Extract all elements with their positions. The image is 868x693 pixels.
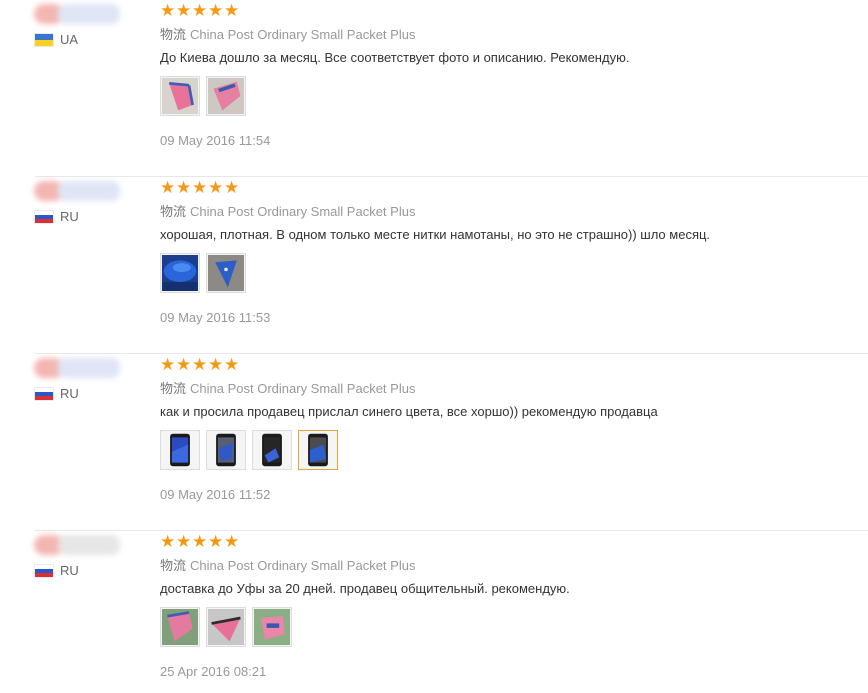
pink-patch-photo [162, 78, 198, 114]
review-item: UA ★ ★ ★ ★ ★ 物流 China Post Ordinary Small Pac… [0, 0, 868, 177]
review-photo-thumbnail[interactable] [206, 430, 246, 470]
phone-blue-photo [162, 432, 198, 468]
star-icon: ★ [160, 355, 176, 374]
blue-fabric-photo [162, 255, 198, 291]
star-icon: ★ [192, 532, 208, 551]
review-item: RU ★ ★ ★ ★ ★ 物流 China Post Ordinary Small Pac… [0, 177, 868, 354]
pink-patch-photo [162, 609, 198, 645]
review-photo-thumbnail[interactable] [252, 430, 292, 470]
reviewer-name-blurred [34, 533, 120, 557]
country-code: UA [60, 32, 79, 47]
country-code: RU [60, 209, 79, 224]
reviewer-country: RU [35, 563, 79, 578]
logistics-info: 物流 China Post Ordinary Small Packet Plus [160, 555, 415, 574]
review-date: 09 May 2016 11:52 [160, 487, 271, 502]
country-code: RU [60, 386, 79, 401]
reviewer-country: RU [35, 386, 79, 401]
review-photo-thumbnail[interactable] [206, 76, 246, 116]
review-photos [160, 253, 246, 293]
phone-blue-photo [254, 432, 290, 468]
review-photo-thumbnail[interactable] [160, 76, 200, 116]
star-icon: ★ [192, 1, 208, 20]
review-item: RU ★ ★ ★ ★ ★ 物流 China Post Ordinary Small Pac… [0, 531, 868, 693]
review-photos [160, 430, 338, 470]
reviewer-country: RU [35, 209, 79, 224]
logistics-method: China Post Ordinary Small Packet Plus [190, 204, 416, 219]
reviewer-info: RU [30, 179, 140, 229]
star-icon: ★ [160, 1, 176, 20]
star-icon: ★ [208, 178, 224, 197]
review-item: RU ★ ★ ★ ★ ★ 物流 China Post Ordinary Small Pac… [0, 354, 868, 531]
review-photo-thumbnail-selected[interactable] [298, 430, 338, 470]
review-photos [160, 76, 246, 116]
pink-patch-photo [208, 609, 244, 645]
star-icon: ★ [176, 178, 192, 197]
logistics-info: 物流 China Post Ordinary Small Packet Plus [160, 24, 415, 43]
review-photo-thumbnail[interactable] [160, 607, 200, 647]
review-photo-thumbnail[interactable] [160, 430, 200, 470]
review-date: 25 Apr 2016 08:21 [160, 664, 267, 679]
reviews-list: UA ★ ★ ★ ★ ★ 物流 China Post Ordinary Small Pac… [0, 0, 868, 693]
star-icon: ★ [176, 1, 192, 20]
review-photo-thumbnail[interactable] [252, 607, 292, 647]
star-rating: ★ ★ ★ ★ ★ [160, 356, 239, 373]
ukraine-flag-icon [35, 33, 53, 46]
star-rating: ★ ★ ★ ★ ★ [160, 533, 239, 550]
logistics-info: 物流 China Post Ordinary Small Packet Plus [160, 201, 415, 220]
logistics-method: China Post Ordinary Small Packet Plus [190, 27, 416, 42]
blue-patch-photo [208, 255, 244, 291]
review-date: 09 May 2016 11:53 [160, 310, 271, 325]
star-icon: ★ [224, 532, 240, 551]
review-text: До Киева дошло за месяц. Все соответству… [160, 50, 630, 65]
review-photo-thumbnail[interactable] [206, 607, 246, 647]
star-icon: ★ [208, 1, 224, 20]
star-icon: ★ [224, 355, 240, 374]
pink-patch-photo [208, 78, 244, 114]
reviewer-name-blurred [34, 2, 120, 26]
star-icon: ★ [208, 532, 224, 551]
review-text: как и просила продавец прислал синего цв… [160, 404, 658, 419]
country-code: RU [60, 563, 79, 578]
pink-patch-photo [254, 609, 290, 645]
star-icon: ★ [224, 178, 240, 197]
review-text: доставка до Уфы за 20 дней. продавец общ… [160, 581, 570, 596]
russia-flag-icon [35, 387, 53, 400]
star-icon: ★ [176, 355, 192, 374]
star-icon: ★ [208, 355, 224, 374]
phone-blue-photo [300, 432, 336, 468]
star-icon: ★ [160, 178, 176, 197]
logistics-label: 物流 [160, 204, 187, 219]
reviewer-name-blurred [34, 179, 120, 203]
review-photo-thumbnail[interactable] [160, 253, 200, 293]
star-rating: ★ ★ ★ ★ ★ [160, 2, 239, 19]
review-photos [160, 607, 292, 647]
logistics-label: 物流 [160, 381, 187, 396]
review-text: хорошая, плотная. В одном только месте н… [160, 227, 711, 242]
reviewer-info: UA [30, 2, 140, 52]
russia-flag-icon [35, 564, 53, 577]
phone-blue-photo [208, 432, 244, 468]
logistics-info: 物流 China Post Ordinary Small Packet Plus [160, 378, 415, 397]
review-photo-thumbnail[interactable] [206, 253, 246, 293]
star-rating: ★ ★ ★ ★ ★ [160, 179, 239, 196]
logistics-method: China Post Ordinary Small Packet Plus [190, 558, 416, 573]
review-date: 09 May 2016 11:54 [160, 133, 271, 148]
star-icon: ★ [176, 532, 192, 551]
reviewer-info: RU [30, 356, 140, 406]
reviewer-country: UA [35, 32, 78, 47]
star-icon: ★ [160, 532, 176, 551]
reviewer-info: RU [30, 533, 140, 583]
logistics-label: 物流 [160, 558, 187, 573]
logistics-method: China Post Ordinary Small Packet Plus [190, 381, 416, 396]
russia-flag-icon [35, 210, 53, 223]
star-icon: ★ [224, 1, 240, 20]
star-icon: ★ [192, 178, 208, 197]
star-icon: ★ [192, 355, 208, 374]
reviewer-name-blurred [34, 356, 120, 380]
logistics-label: 物流 [160, 27, 187, 42]
